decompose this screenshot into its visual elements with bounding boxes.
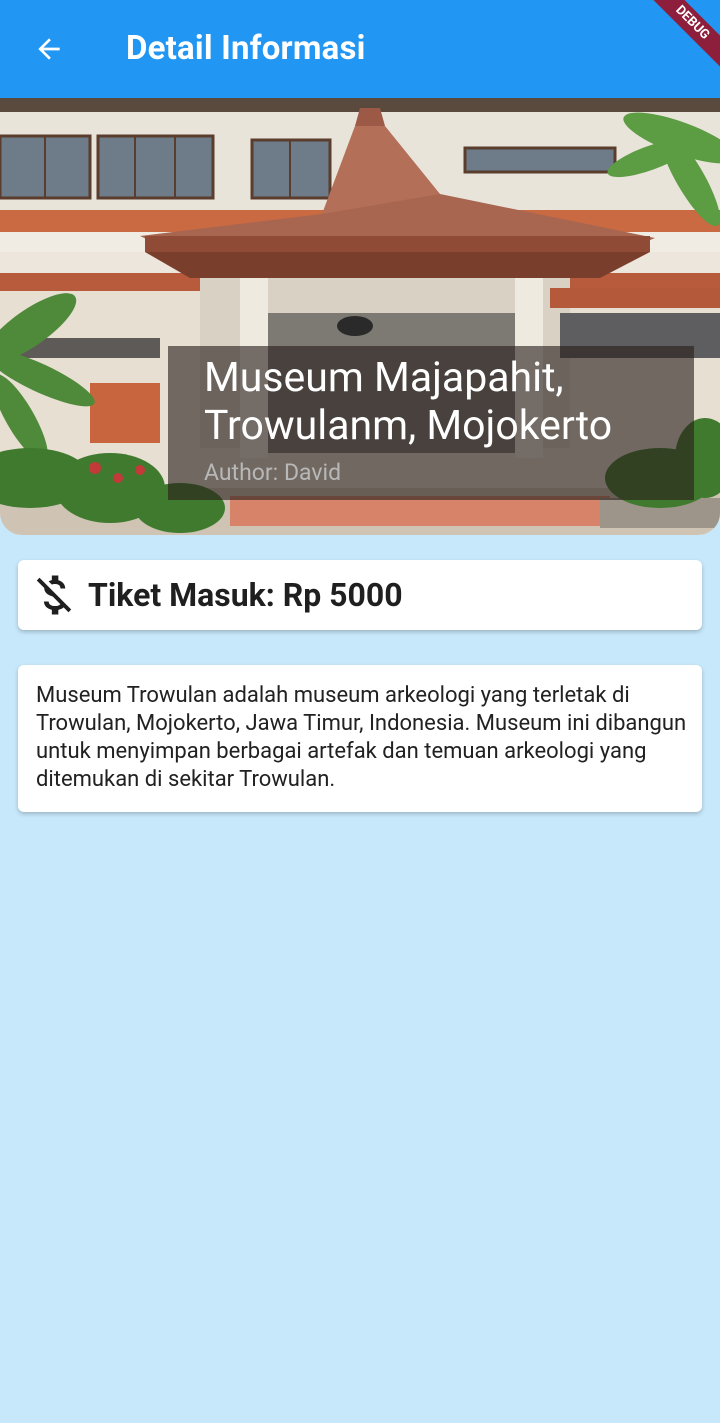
- page-title: Detail Informasi: [126, 29, 366, 68]
- description-card: Museum Trowulan adalah museum arkeologi …: [18, 665, 702, 812]
- author-label: Author: David: [204, 459, 342, 486]
- description-text: Museum Trowulan adalah museum arkeologi …: [36, 683, 687, 792]
- money-off-icon: [36, 575, 72, 615]
- ticket-card: Tiket Masuk: Rp 5000: [18, 560, 702, 630]
- arrow-back-icon: [38, 38, 60, 60]
- hero-caption: Museum Majapahit, Trowulanm, Mojokerto A…: [168, 346, 694, 500]
- hero-image: Museum Majapahit, Trowulanm, Mojokerto A…: [0, 98, 720, 535]
- place-title: Museum Majapahit, Trowulanm, Mojokerto: [204, 354, 613, 450]
- app-bar: Detail Informasi DEBUG: [0, 0, 720, 98]
- back-button[interactable]: [22, 22, 76, 76]
- debug-banner: DEBUG: [634, 0, 720, 81]
- ticket-price-label: Tiket Masuk: Rp 5000: [88, 576, 403, 614]
